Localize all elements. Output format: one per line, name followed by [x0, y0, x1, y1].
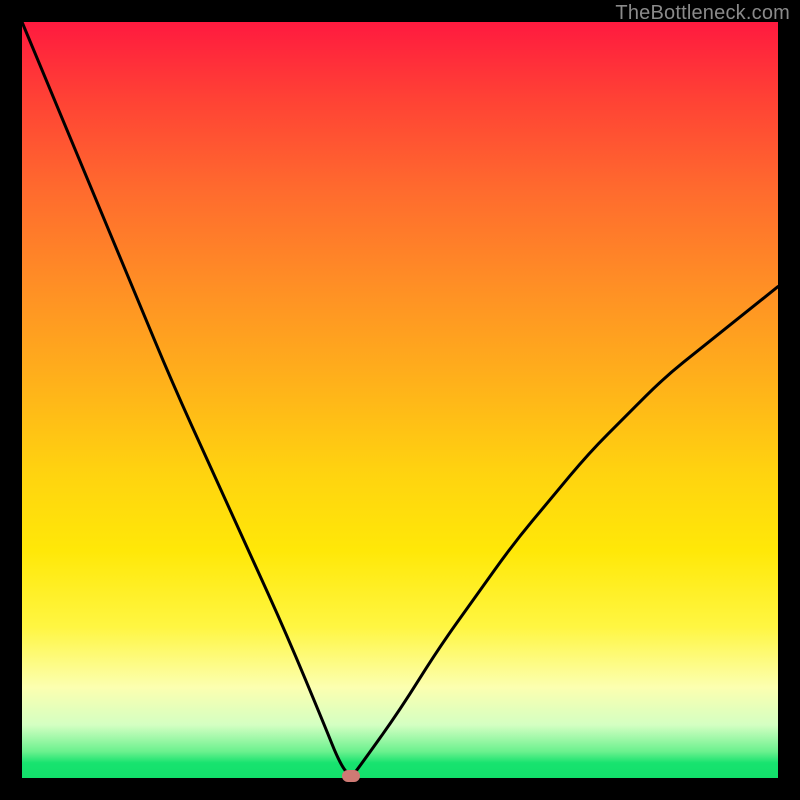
chart-frame: TheBottleneck.com	[0, 0, 800, 800]
chart-plot-area	[22, 22, 778, 778]
optimum-marker	[342, 770, 360, 782]
bottleneck-curve	[22, 22, 778, 778]
